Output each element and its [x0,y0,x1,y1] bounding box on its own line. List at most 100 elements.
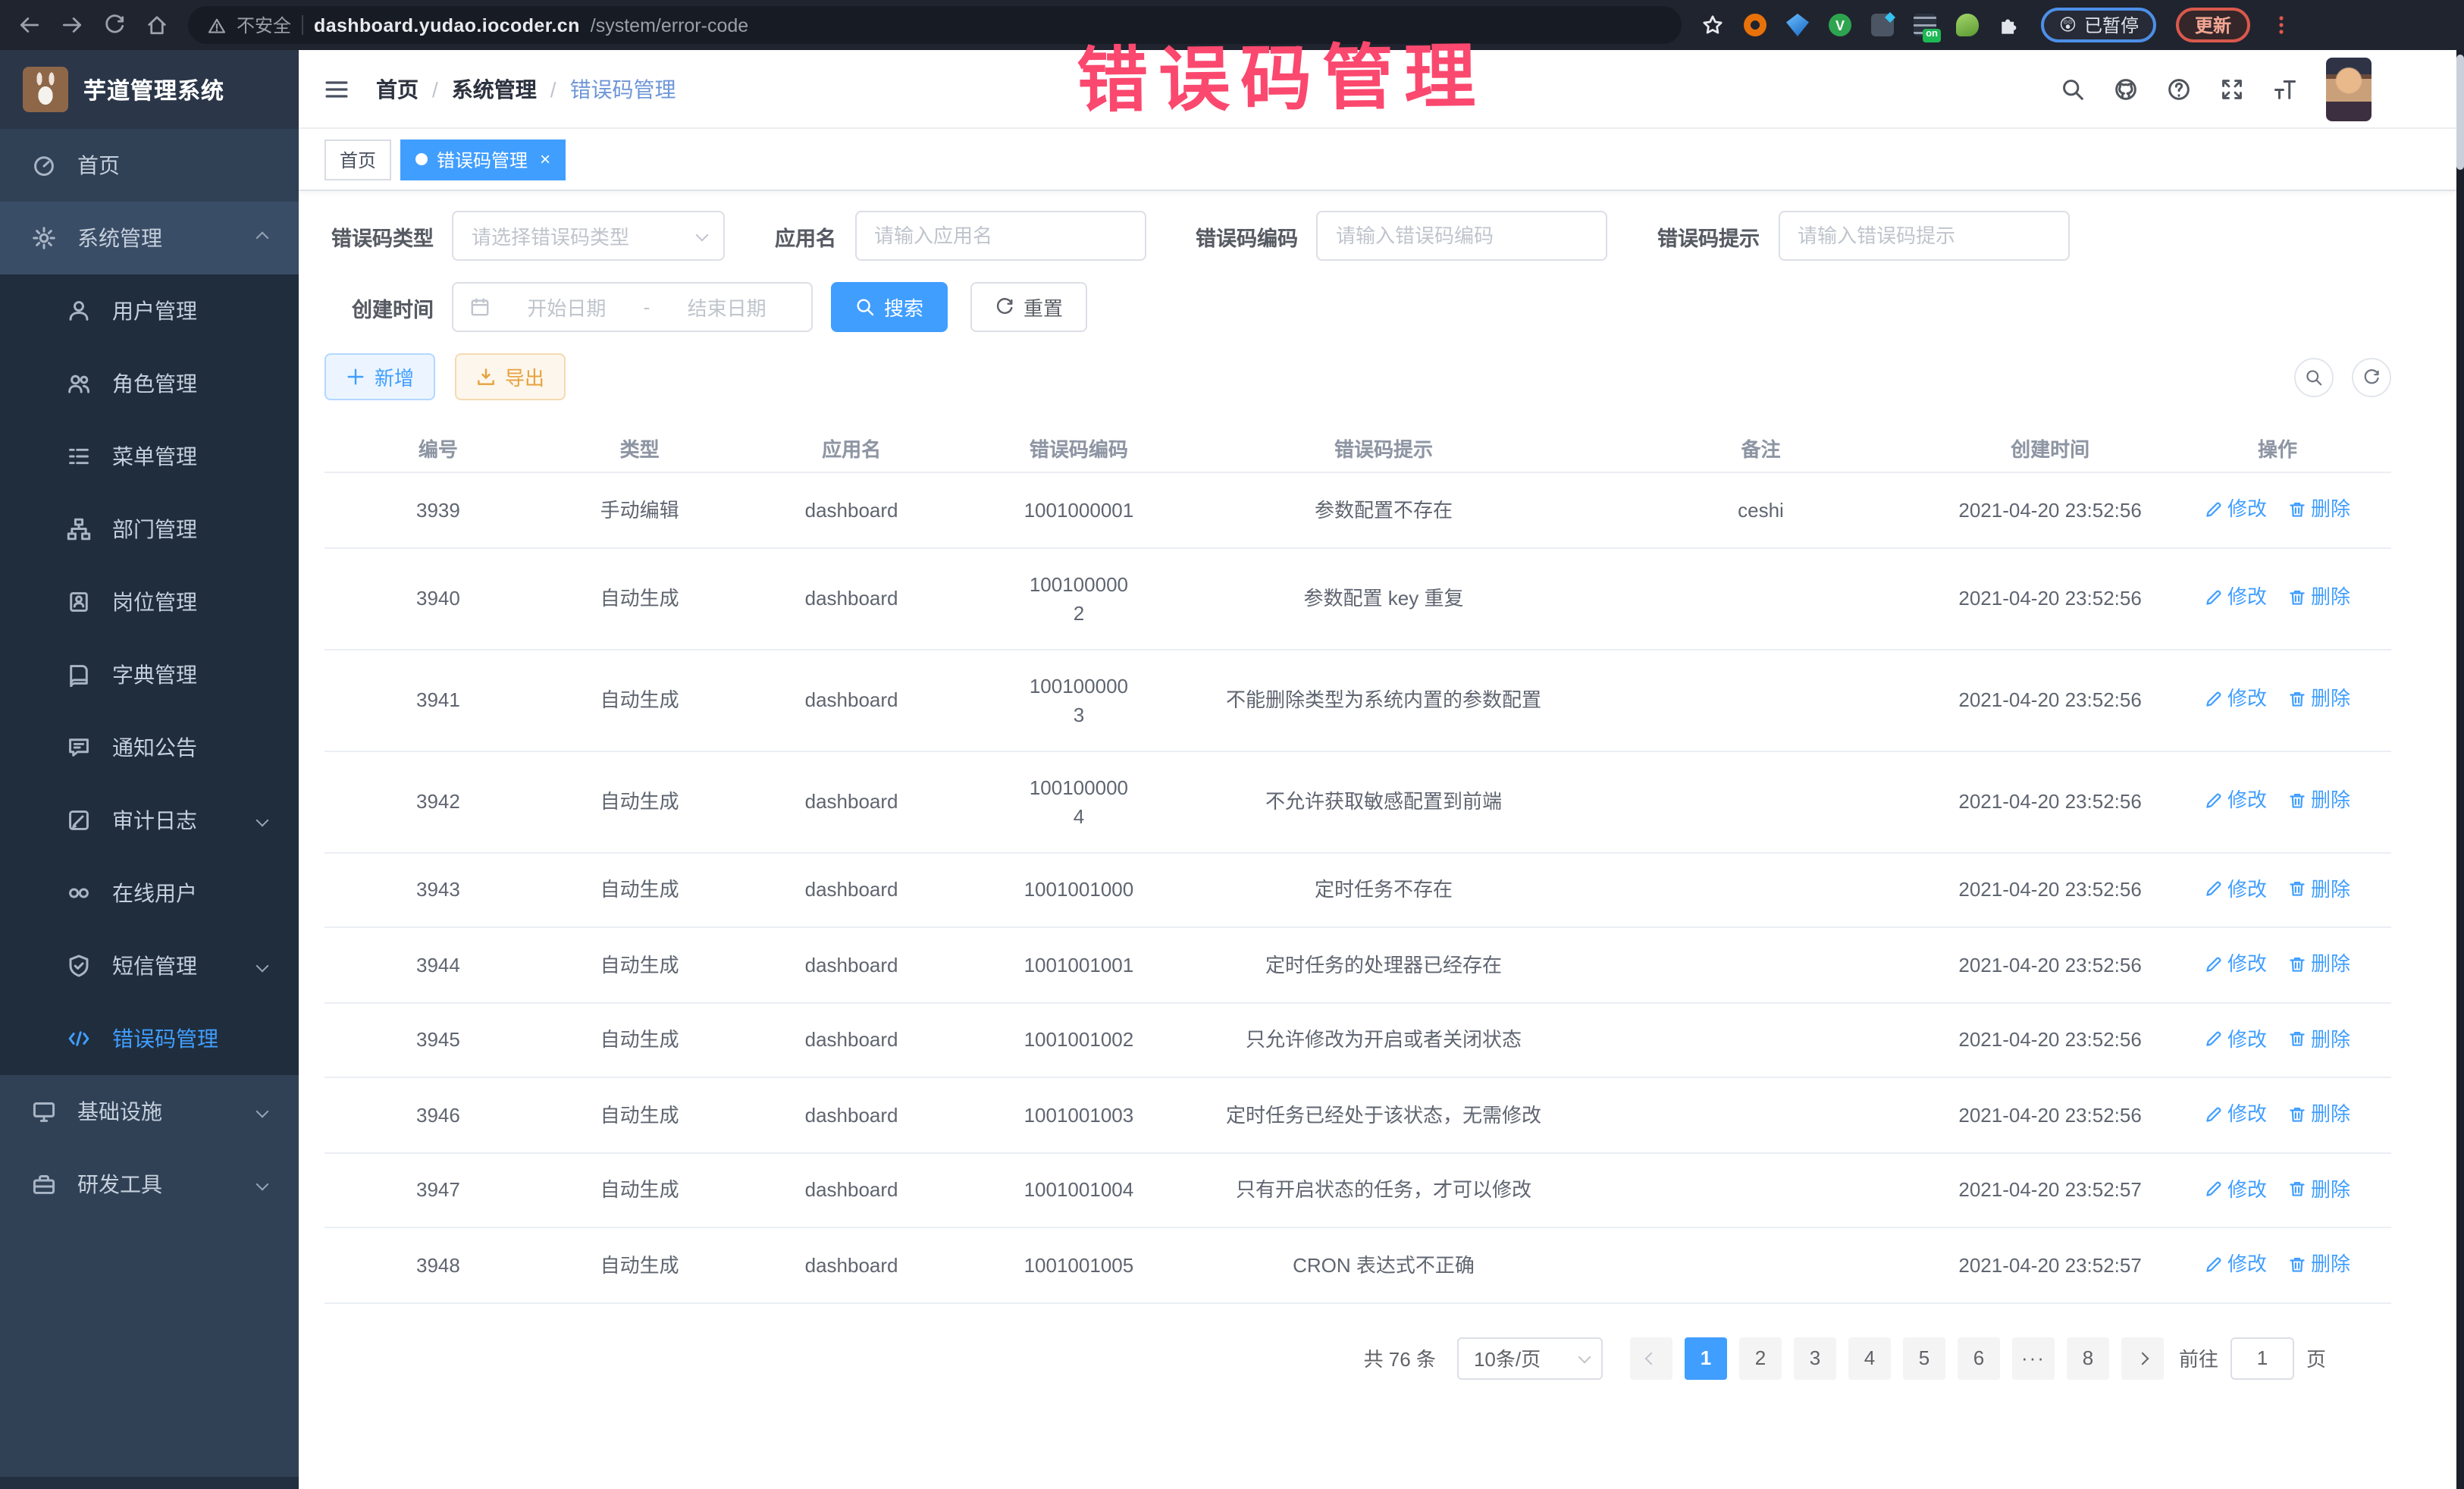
scrollbar-thumb[interactable] [2456,55,2464,170]
edit-link[interactable]: 修改 [2205,949,2267,978]
page-button-3[interactable]: 3 [1794,1337,1836,1379]
tab-home[interactable]: 首页 [324,139,391,180]
delete-link[interactable]: 删除 [2288,1174,2350,1203]
edit-link[interactable]: 修改 [2205,1249,2267,1278]
page-button-6[interactable]: 6 [1958,1337,2000,1379]
sidebar-item-message[interactable]: 通知公告 [0,711,299,784]
prev-page-button[interactable] [1630,1337,1672,1379]
reset-button[interactable]: 重置 [970,282,1087,332]
page-button-1[interactable]: 1 [1685,1337,1727,1379]
sidebar-item-user[interactable]: 用户管理 [0,274,299,347]
delete-link[interactable]: 删除 [2288,1249,2350,1278]
delete-link[interactable]: 删除 [2288,1099,2350,1128]
browser-home-icon[interactable] [146,14,168,36]
sidebar-item-list[interactable]: 菜单管理 [0,420,299,493]
delete-link[interactable]: 删除 [2288,949,2350,978]
date-range-picker[interactable]: 开始日期 - 结束日期 [452,282,813,332]
extension-grid-icon[interactable] [1871,14,1894,36]
avatar-caret-icon[interactable] [2400,77,2425,101]
edit-link[interactable]: 修改 [2205,1099,2267,1128]
hamburger-icon[interactable] [323,75,350,102]
error-msg-input[interactable] [1778,211,2069,261]
extensions-puzzle-icon[interactable] [1998,14,2021,36]
delete-link[interactable]: 删除 [2288,685,2350,713]
edit-link[interactable]: 修改 [2205,874,2267,903]
url-host: dashboard.yudao.iocoder.cn [314,14,580,36]
cell-msg: 不允许获取敏感配置到前端 [1182,751,1585,852]
export-button[interactable]: 导出 [455,353,566,400]
delete-link[interactable]: 删除 [2288,583,2350,612]
edit-link[interactable]: 修改 [2205,1174,2267,1203]
extension-orange-target-icon[interactable] [1744,14,1766,36]
browser-update-button[interactable]: 更新 [2177,8,2249,42]
sidebar-item-tools[interactable]: 研发工具 [0,1148,299,1221]
edit-link[interactable]: 修改 [2205,494,2267,523]
help-icon[interactable] [2167,77,2191,101]
tab-close-icon[interactable]: × [540,149,550,170]
breadcrumb-home[interactable]: 首页 [376,74,419,104]
download-icon [476,367,496,387]
sidebar-item-tree[interactable]: 部门管理 [0,493,299,566]
sidebar-item-book[interactable]: 字典管理 [0,638,299,711]
next-page-button[interactable] [2121,1337,2164,1379]
search-button[interactable]: 搜索 [831,282,948,332]
edit-link[interactable]: 修改 [2205,786,2267,815]
github-icon[interactable] [2114,77,2138,101]
page-ellipsis-button[interactable]: ··· [2012,1337,2055,1379]
page-button-8[interactable]: 8 [2067,1337,2109,1379]
page-button-2[interactable]: 2 [1739,1337,1782,1379]
sidebar-item-users[interactable]: 角色管理 [0,347,299,420]
profile-paused-pill[interactable]: 😲 已暂停 [2041,8,2157,42]
extension-blue-gem-icon[interactable] [1786,14,1809,36]
delete-link[interactable]: 删除 [2288,874,2350,903]
browser-forward-icon[interactable] [61,14,83,36]
breadcrumb-system[interactable]: 系统管理 [452,74,537,104]
header-search-icon[interactable] [2061,77,2085,101]
goto-label: 前往 [2179,1343,2218,1372]
error-type-select[interactable]: 请选择错误码类型 [452,211,725,261]
cell-id: 3944 [324,927,552,1002]
extension-proxy-icon[interactable]: on [1914,14,1936,36]
edit-link[interactable]: 修改 [2205,583,2267,612]
sidebar-item-sms[interactable]: 短信管理 [0,929,299,1002]
logo-image [23,67,68,112]
browser-back-icon[interactable] [18,14,41,36]
sidebar-item-badge[interactable]: 岗位管理 [0,566,299,638]
table-search-button[interactable] [2294,357,2334,397]
browser-address-bar[interactable]: 不安全 dashboard.yudao.iocoder.cn/system/er… [188,6,1682,44]
sidebar-item-online[interactable]: 在线用户 [0,857,299,929]
cell-app: dashboard [728,472,976,547]
browser-menu-icon[interactable] [2269,14,2292,36]
delete-link[interactable]: 删除 [2288,1024,2350,1053]
table-refresh-button[interactable] [2352,357,2391,397]
page-scrollbar[interactable] [2456,50,2464,1489]
sidebar-item-code[interactable]: 错误码管理 [0,1002,299,1075]
bookmark-star-icon[interactable] [1701,14,1724,36]
tab-error-code[interactable]: 错误码管理 × [400,139,566,180]
extension-green-key-icon[interactable] [1956,14,1979,36]
browser-reload-icon[interactable] [103,14,126,36]
error-code-input[interactable] [1316,211,1607,261]
infra-icon [32,1099,56,1124]
edit-link[interactable]: 修改 [2205,1024,2267,1053]
delete-link[interactable]: 删除 [2288,494,2350,523]
page-button-5[interactable]: 5 [1903,1337,1945,1379]
delete-link[interactable]: 删除 [2288,786,2350,815]
user-avatar[interactable] [2326,57,2372,121]
font-size-icon[interactable] [2273,77,2297,101]
goto-page-input[interactable] [2230,1337,2294,1379]
extension-green-v-icon[interactable]: V [1829,14,1851,36]
app-logo-row[interactable]: 芋道管理系统 [0,50,299,129]
sidebar-item-audit[interactable]: 审计日志 [0,784,299,857]
add-button[interactable]: 新增 [324,353,435,400]
sidebar-item-infra[interactable]: 基础设施 [0,1075,299,1148]
page-size-select[interactable]: 10条/页 [1457,1337,1603,1379]
fullscreen-icon[interactable] [2220,77,2244,101]
sidebar-item-gear[interactable]: 系统管理 [0,202,299,274]
page-button-4[interactable]: 4 [1848,1337,1891,1379]
reset-button-label: 重置 [1024,293,1063,321]
app-name-input[interactable] [854,211,1146,261]
cell-type: 自动生成 [552,927,728,1002]
sidebar-item-dashboard[interactable]: 首页 [0,129,299,202]
edit-link[interactable]: 修改 [2205,685,2267,713]
